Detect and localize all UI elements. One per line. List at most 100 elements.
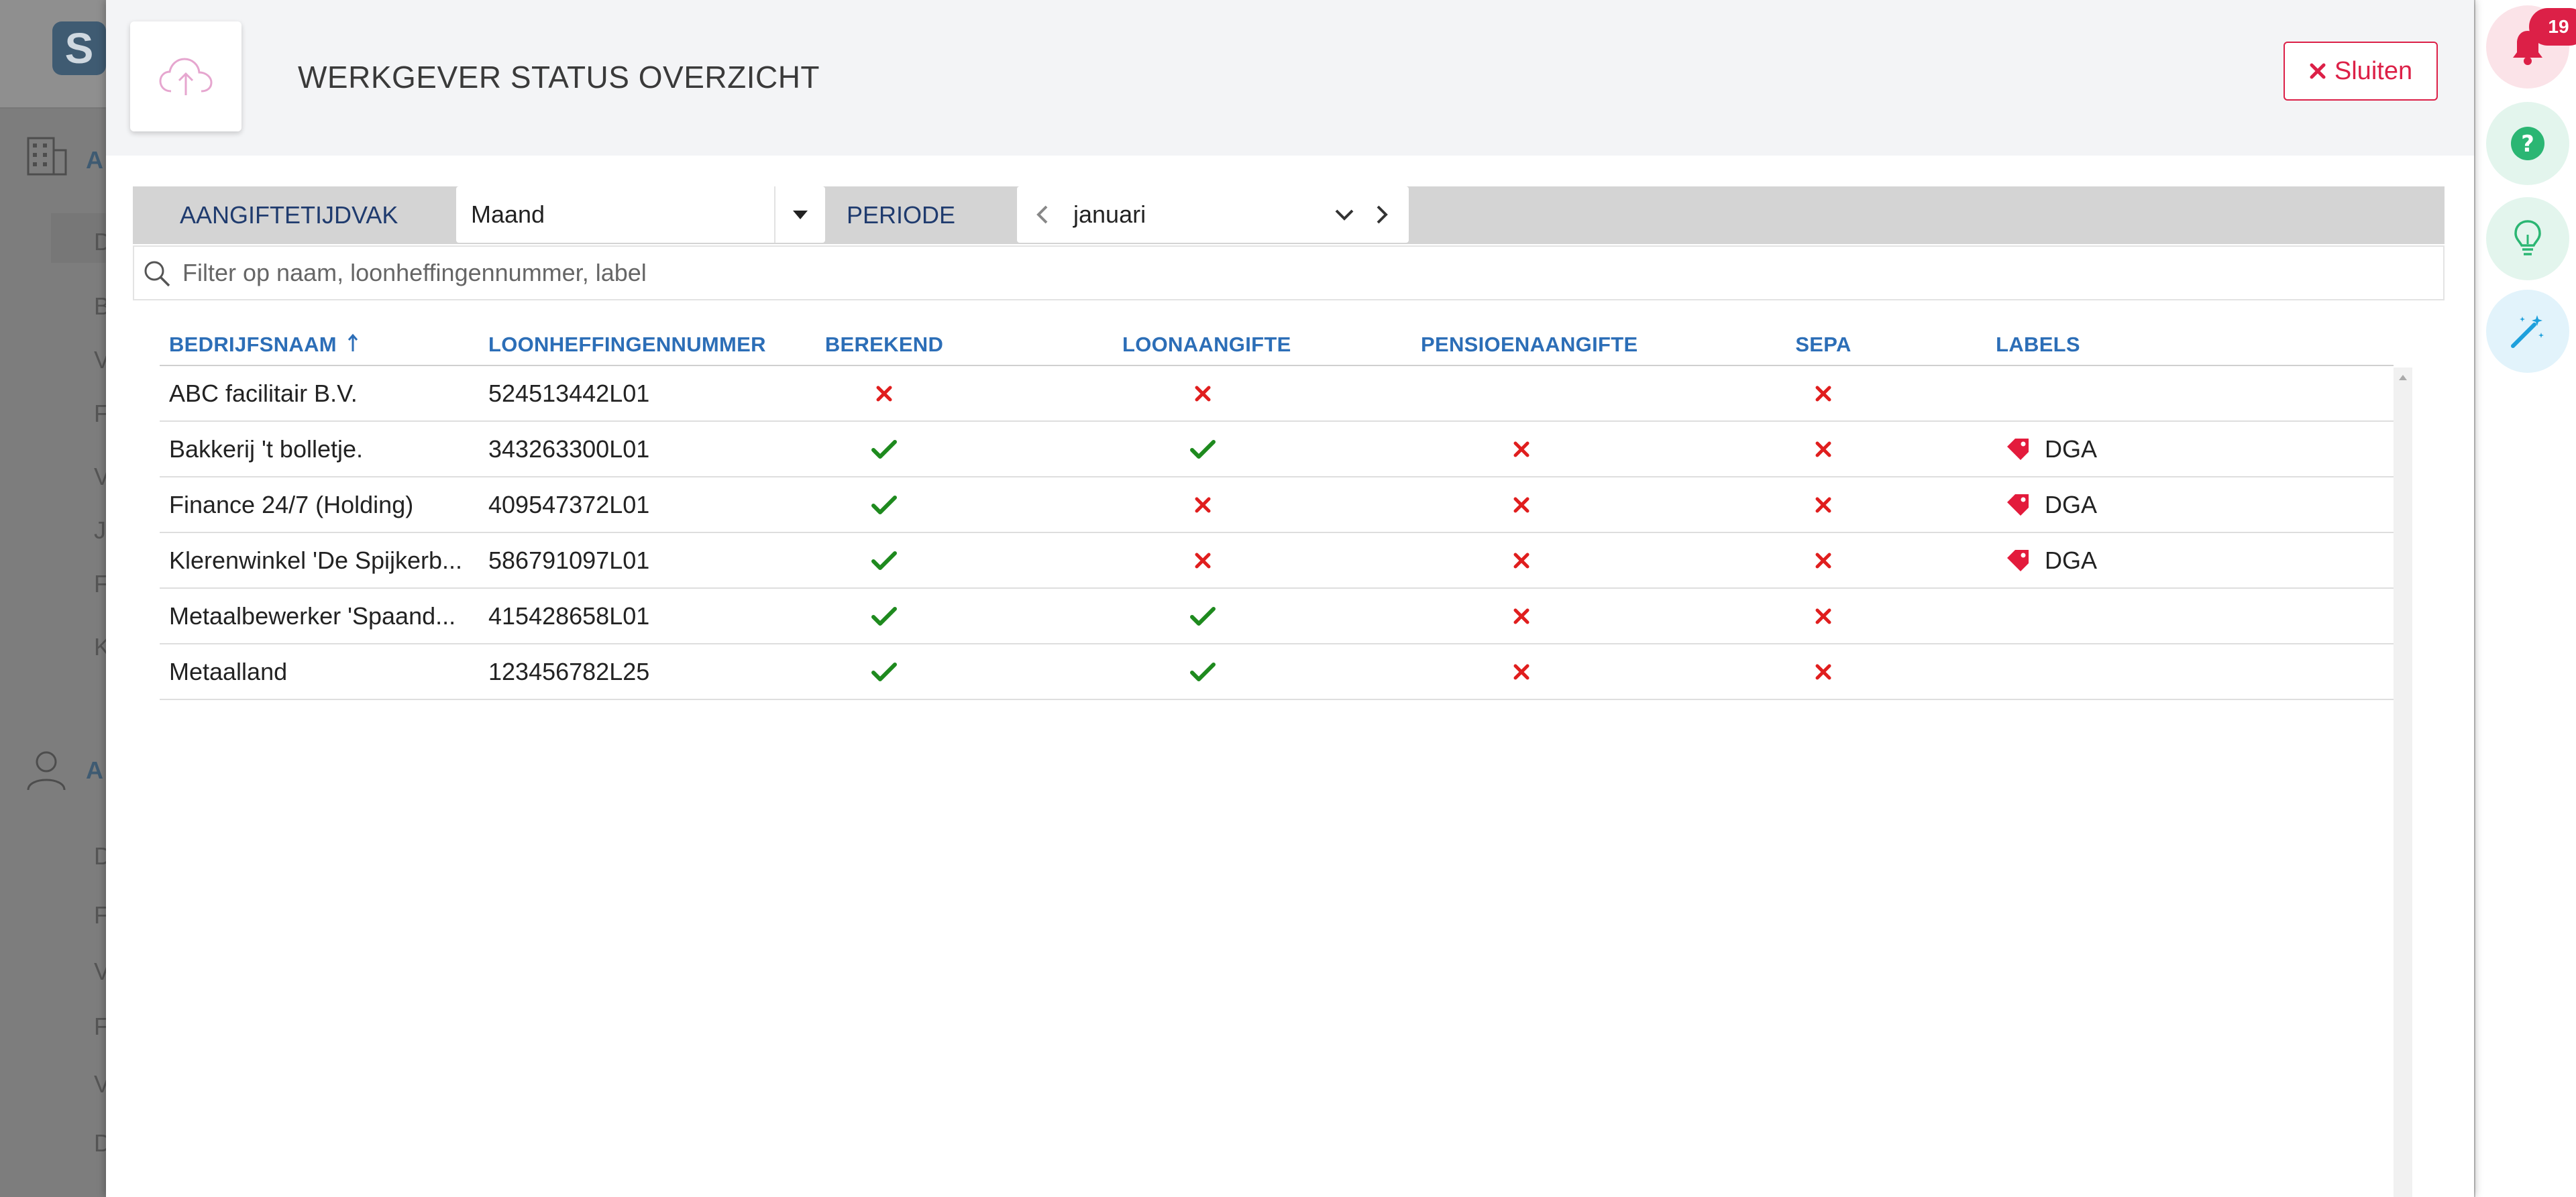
sepa-cross-icon: [1803, 366, 1843, 420]
payroll-tax-number-cell: 524513442L01: [488, 380, 650, 407]
pensioenaangifte-cross-icon: [1501, 533, 1542, 587]
column-header-loonheffingennummer[interactable]: LOONHEFFINGENNUMMER: [488, 333, 766, 357]
pensioenaangifte-cross-icon: [1501, 422, 1542, 476]
background-nav-item: J: [94, 516, 106, 544]
magic-wand-icon: [2511, 315, 2544, 348]
berekend-check-icon: [864, 589, 904, 643]
payroll-tax-number-cell: 123456782L25: [488, 658, 650, 685]
sort-ascending-icon: [347, 333, 358, 351]
lightbulb-icon: [2514, 220, 2541, 255]
company-name-cell: Metaalbewerker 'Spaand...: [169, 602, 456, 630]
background-nav-item: A: [86, 756, 103, 784]
column-header-berekend[interactable]: BEREKEND: [804, 333, 965, 357]
sepa-cross-icon: [1803, 477, 1843, 532]
loonaangifte-check-icon: [1183, 644, 1223, 699]
table-body: ABC facilitair B.V. 524513442L01 Bakkerij …: [160, 366, 2394, 700]
magic-button[interactable]: [2486, 290, 2569, 373]
table-row[interactable]: Finance 24/7 (Holding) 409547372L01 DGA: [160, 477, 2394, 533]
background-app: S ADBVFVJFKADFVFVD: [0, 0, 111, 1197]
chevron-down-icon[interactable]: [1332, 201, 1356, 228]
sepa-cross-icon: [1803, 533, 1843, 587]
period-type-label: AANGIFTETIJDVAK: [180, 201, 398, 229]
tag-icon: [2004, 547, 2031, 574]
berekend-check-icon: [864, 477, 904, 532]
company-name-cell: Finance 24/7 (Holding): [169, 491, 414, 518]
loonaangifte-check-icon: [1183, 422, 1223, 476]
berekend-check-icon: [864, 422, 904, 476]
sepa-cross-icon: [1803, 422, 1843, 476]
table-row[interactable]: Metaalbewerker 'Spaand... 415428658L01: [160, 589, 2394, 644]
svg-text:?: ?: [2521, 131, 2534, 158]
company-name-cell: ABC facilitair B.V.: [169, 380, 358, 407]
table-area: BEDRIJFSNAAM LOONHEFFINGENNUMMER BEREKEN…: [133, 300, 2445, 1197]
berekend-check-icon: [864, 644, 904, 699]
payroll-tax-number-cell: 586791097L01: [488, 547, 650, 574]
loonaangifte-cross-icon: [1183, 533, 1223, 587]
company-name-cell: Metaalland: [169, 658, 288, 685]
table-row[interactable]: Bakkerij 't bolletje. 343263300L01 DGA: [160, 422, 2394, 477]
column-header-bedrijfsnaam[interactable]: BEDRIJFSNAAM: [169, 333, 359, 357]
search-input[interactable]: [182, 247, 2436, 299]
column-header-loonaangifte[interactable]: LOONAANGIFTE: [1122, 333, 1291, 357]
cloud-upload-icon: [159, 58, 213, 95]
label-text: DGA: [2045, 435, 2098, 463]
scrollbar[interactable]: [2394, 367, 2412, 1197]
search-icon: [144, 261, 170, 287]
pensioenaangifte-cross-icon: [1501, 644, 1542, 699]
company-name-cell: Klerenwinkel 'De Spijkerb...: [169, 547, 463, 574]
user-icon: [27, 751, 66, 791]
table-header: BEDRIJFSNAAM LOONHEFFINGENNUMMER BEREKEN…: [160, 333, 2394, 366]
modal-icon-box: [130, 21, 241, 131]
modal-title: WERKGEVER STATUS OVERZICHT: [298, 60, 820, 95]
notification-count-badge: 19: [2529, 8, 2576, 46]
column-header-pensioenaangifte[interactable]: PENSIOENAANGIFTE: [1421, 333, 1638, 357]
payroll-tax-number-cell: 409547372L01: [488, 491, 650, 518]
employer-status-modal: WERKGEVER STATUS OVERZICHT Sluiten AANGI…: [106, 0, 2474, 1197]
pensioenaangifte-cross-icon: [1501, 477, 1542, 532]
column-header-labels[interactable]: LABELS: [1984, 333, 2092, 357]
chevron-right-icon[interactable]: [1373, 201, 1391, 228]
help-icon: ?: [2511, 127, 2544, 160]
loonaangifte-check-icon: [1183, 589, 1223, 643]
scroll-up-arrow-icon[interactable]: [2394, 367, 2412, 388]
close-icon: [2310, 63, 2326, 79]
pensioenaangifte-cross-icon: [1501, 589, 1542, 643]
tag-icon: [2004, 436, 2031, 463]
tag-icon: [2004, 492, 2031, 518]
label-cell: DGA: [2004, 422, 2097, 476]
search-bar: [133, 245, 2445, 300]
label-cell: DGA: [2004, 477, 2097, 532]
background-nav-item: A: [86, 146, 103, 174]
period-label: PERIODE: [847, 201, 956, 229]
berekend-check-icon: [864, 533, 904, 587]
sepa-cross-icon: [1803, 589, 1843, 643]
close-button-label: Sluiten: [2334, 56, 2413, 85]
payroll-tax-number-cell: 415428658L01: [488, 602, 650, 630]
berekend-cross-icon: [864, 366, 904, 420]
column-header-sepa[interactable]: SEPA: [1776, 333, 1870, 357]
caret-down-icon: [774, 186, 825, 243]
company-name-cell: Bakkerij 't bolletje.: [169, 435, 364, 463]
chevron-left-icon[interactable]: [1033, 201, 1052, 228]
table-row[interactable]: Klerenwinkel 'De Spijkerb... 586791097L01…: [160, 533, 2394, 589]
modal-header: WERKGEVER STATUS OVERZICHT Sluiten: [106, 0, 2474, 156]
loonaangifte-cross-icon: [1183, 477, 1223, 532]
table-row[interactable]: Metaalland 123456782L25: [160, 644, 2394, 700]
period-selector[interactable]: januari: [1017, 186, 1409, 243]
right-rail: 19 ?: [2474, 0, 2576, 1197]
label-cell: DGA: [2004, 533, 2097, 587]
period-type-value: Maand: [471, 201, 545, 228]
loonaangifte-cross-icon: [1183, 366, 1223, 420]
employer-status-table: BEDRIJFSNAAM LOONHEFFINGENNUMMER BEREKEN…: [160, 333, 2394, 700]
payroll-tax-number-cell: 343263300L01: [488, 435, 650, 463]
close-button[interactable]: Sluiten: [2284, 42, 2438, 101]
help-button[interactable]: ?: [2486, 102, 2569, 185]
period-type-select[interactable]: Maand: [456, 186, 825, 243]
table-row[interactable]: ABC facilitair B.V. 524513442L01: [160, 366, 2394, 422]
period-value: januari: [1073, 201, 1146, 228]
notifications-button[interactable]: 19: [2486, 5, 2576, 89]
tips-button[interactable]: [2486, 197, 2569, 280]
app-logo: S: [52, 21, 106, 75]
sepa-cross-icon: [1803, 644, 1843, 699]
filter-bar: AANGIFTETIJDVAK Maand PERIODE januari: [133, 186, 2445, 244]
